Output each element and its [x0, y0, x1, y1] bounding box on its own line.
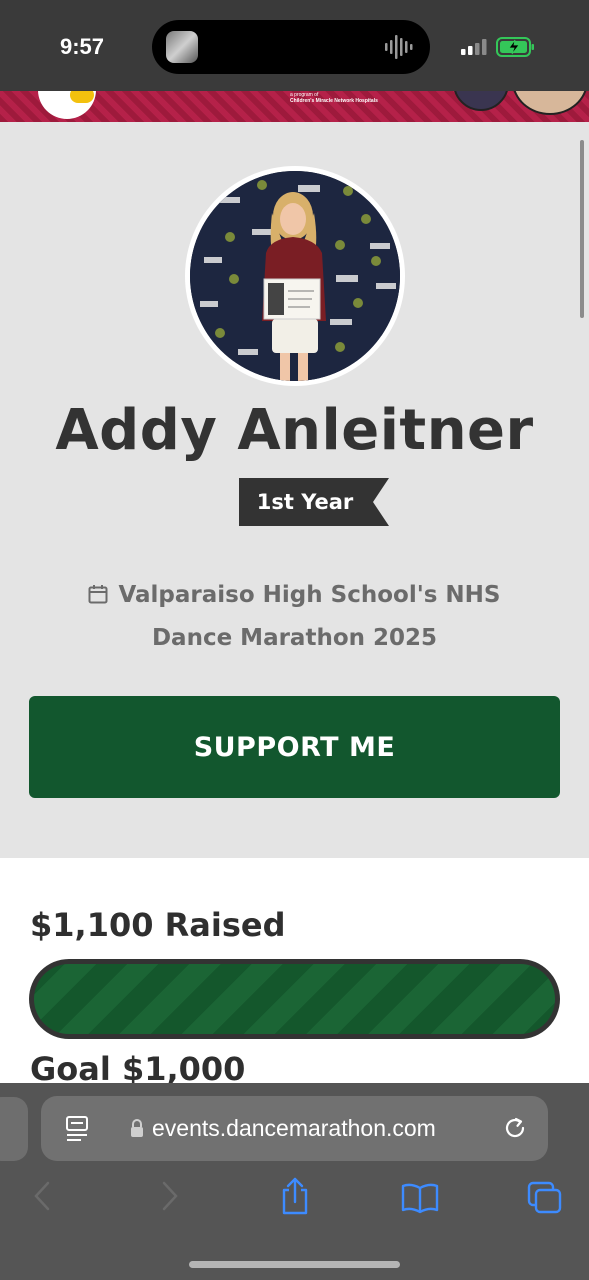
- profile-photo: [190, 171, 400, 381]
- reader-icon[interactable]: [65, 1115, 89, 1141]
- reload-icon[interactable]: [503, 1116, 527, 1140]
- calendar-icon: [88, 585, 108, 604]
- bookmarks-icon[interactable]: [401, 1182, 439, 1214]
- progress-bar-fill: [34, 964, 555, 1034]
- lock-icon: [131, 1119, 143, 1137]
- avatar: [185, 166, 405, 386]
- year-badge: 1st Year: [239, 478, 389, 526]
- tabs-icon[interactable]: [527, 1181, 563, 1215]
- banner-photo-right-1: [453, 91, 509, 111]
- support-me-button[interactable]: SUPPORT ME: [29, 696, 560, 798]
- event-banner: a program of Children's Miracle Network …: [0, 91, 589, 122]
- event-name-line1: Valparaiso High School's NHS: [118, 582, 501, 608]
- page-scrollbar[interactable]: [580, 140, 584, 318]
- banner-photo-right-2: [512, 91, 588, 115]
- event-name-line2: Dance Marathon 2025: [151, 625, 438, 651]
- dynamic-island[interactable]: [152, 20, 430, 74]
- banner-caption-line2: Children's Miracle Network Hospitals: [290, 98, 378, 104]
- participant-name: Addy Anleitner: [55, 398, 534, 463]
- amount-raised: $1,100 Raised: [30, 906, 286, 944]
- status-bar: 9:57: [0, 0, 589, 91]
- event-line-1: Valparaiso High School's NHS: [0, 574, 589, 617]
- banner-logo-left-accent: [70, 91, 94, 103]
- cellular-signal-icon: [461, 39, 487, 55]
- status-time: 9:57: [60, 34, 105, 59]
- profile-photo-image: [190, 171, 400, 381]
- year-badge-label: 1st Year: [256, 490, 354, 514]
- battery-charging-icon: [496, 37, 534, 57]
- audio-waveform-icon: [385, 35, 413, 59]
- previous-tab-peek[interactable]: [0, 1097, 28, 1161]
- forward-icon[interactable]: [160, 1180, 180, 1212]
- now-playing-thumbnail: [166, 31, 198, 63]
- share-icon[interactable]: [280, 1176, 310, 1216]
- address-bar[interactable]: events.dancemarathon.com: [41, 1096, 548, 1161]
- back-icon[interactable]: [32, 1180, 52, 1212]
- fundraising-progress: $1,100 Raised Goal $1,000: [0, 858, 589, 1088]
- url-text[interactable]: events.dancemarathon.com: [152, 1115, 436, 1142]
- home-indicator[interactable]: [189, 1261, 400, 1268]
- progress-bar: [29, 959, 560, 1039]
- banner-caption: a program of Children's Miracle Network …: [290, 92, 378, 104]
- event-name[interactable]: Valparaiso High School's NHS Dance Marat…: [0, 574, 589, 660]
